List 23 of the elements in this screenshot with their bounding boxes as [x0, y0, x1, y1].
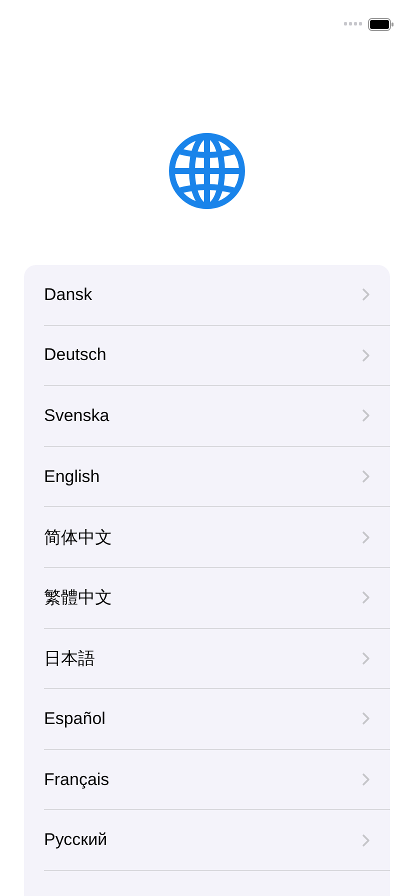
chevron-icon	[362, 591, 370, 604]
chevron-icon	[362, 470, 370, 484]
language-option[interactable]: 繁體中文	[44, 568, 390, 629]
chevron-icon	[362, 652, 370, 665]
battery-icon	[368, 18, 394, 30]
language-option[interactable]: Русский	[44, 810, 390, 871]
chevron-icon	[362, 773, 370, 786]
language-option[interactable]: Deutsch	[44, 326, 390, 386]
language-option[interactable]: Français	[44, 750, 390, 810]
language-option[interactable]: English	[44, 446, 390, 508]
chevron-icon	[362, 348, 370, 362]
language-option[interactable]: Español	[44, 689, 390, 750]
chevron-icon	[362, 834, 370, 847]
signal-icon	[344, 22, 362, 26]
chevron-icon	[362, 712, 370, 726]
chevron-icon	[362, 288, 370, 302]
language-option[interactable]: 简体中文	[44, 507, 390, 568]
language-option[interactable]: Dansk	[44, 265, 390, 326]
chevron-icon	[362, 409, 370, 422]
chevron-icon	[362, 530, 370, 544]
globe-icon	[168, 132, 246, 210]
language-option[interactable]: 日本語	[44, 628, 390, 690]
language-option[interactable]: Svenska	[44, 386, 390, 447]
